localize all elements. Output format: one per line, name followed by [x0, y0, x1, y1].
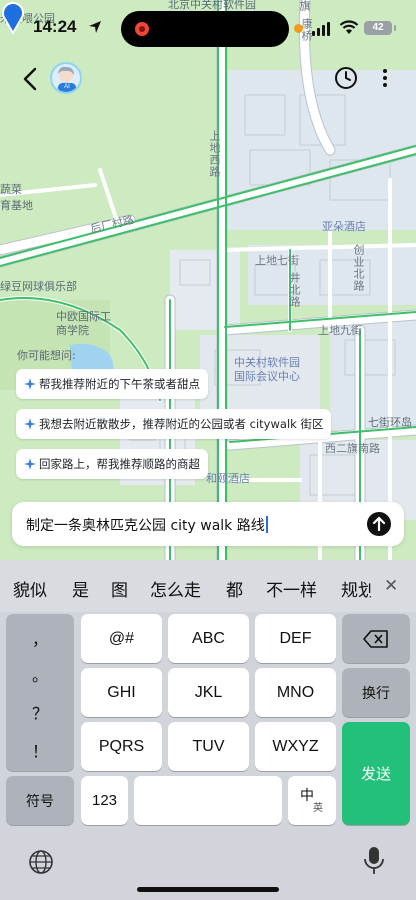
- map-label-xierqi: 西二旗南路: [325, 442, 380, 455]
- space-bar[interactable]: [134, 776, 282, 825]
- punct-exclaim[interactable]: ！: [6, 738, 74, 762]
- text-caret: [265, 516, 268, 533]
- home-indicator: [137, 887, 279, 892]
- key-pqrs[interactable]: PQRS: [81, 722, 162, 771]
- map-label-shucai: 蔬菜: [0, 183, 22, 196]
- suggestion-chip-3[interactable]: 回家路上，帮我推荐顺路的商超: [16, 449, 208, 479]
- wifi-icon: [339, 20, 359, 34]
- status-time: 14:24: [33, 17, 77, 36]
- map-label-tennis: 绿豆网球俱乐部: [0, 280, 77, 293]
- history-clock-icon[interactable]: [334, 66, 358, 90]
- avatar-ai-badge: AI: [58, 83, 76, 92]
- map-label-yaduo: 亚朵酒店: [322, 220, 366, 233]
- send-arrow-button[interactable]: [367, 512, 391, 536]
- backspace-button[interactable]: [342, 614, 410, 663]
- message-input[interactable]: 制定一条奥林匹克公园 city walk 路线: [26, 515, 268, 535]
- punct-comma[interactable]: ，: [6, 626, 74, 650]
- candidate-1[interactable]: 貌似: [13, 576, 47, 601]
- suggestion-text: 回家路上，帮我推荐顺路的商超: [39, 457, 200, 471]
- candidate-bar: 貌似 是 图 怎么走 都 不一样 规划 ✕: [0, 560, 416, 612]
- punctuation-column[interactable]: ， 。 ？ ！: [6, 614, 74, 771]
- battery-indicator: 42: [364, 21, 396, 35]
- suggestion-chip-2[interactable]: 我想去附近散散步，推荐附近的公园或者 citywalk 街区: [16, 409, 332, 439]
- map-label-shangdijiujie: 上地九街: [318, 324, 362, 337]
- microphone-icon[interactable]: [363, 846, 385, 876]
- map-label-ceibs: 中欧国际工商学院: [56, 310, 111, 337]
- key-abc[interactable]: ABC: [168, 614, 249, 663]
- candidate-4[interactable]: 怎么走: [150, 576, 201, 601]
- symbol-button[interactable]: 符号: [6, 776, 74, 825]
- backspace-icon: [363, 629, 388, 648]
- ai-avatar[interactable]: AI: [50, 62, 82, 94]
- map-label-zgc-park: 中关村软件园国际会议中心: [234, 356, 300, 383]
- key-ghi[interactable]: GHI: [81, 668, 162, 717]
- suggestion-text: 帮我推荐附近的下午茶或者甜点: [39, 377, 200, 391]
- privacy-indicator-icon: [294, 24, 303, 33]
- key-jkl[interactable]: JKL: [168, 668, 249, 717]
- key-wxyz[interactable]: WXYZ: [255, 722, 336, 771]
- globe-icon[interactable]: [27, 848, 55, 876]
- arrow-up-icon: [372, 516, 386, 532]
- lang-sub-label: 英: [313, 803, 323, 814]
- message-input-bar[interactable]: 制定一条奥林匹克公园 city walk 路线: [12, 502, 404, 546]
- map-label-jidi: 育基地: [0, 199, 33, 212]
- key-def[interactable]: DEF: [255, 614, 336, 663]
- suggestion-text: 我想去附近散散步，推荐附近的公园或者 citywalk 街区: [39, 417, 324, 431]
- key-tuv[interactable]: TUV: [168, 722, 249, 771]
- recording-icon: [135, 22, 149, 36]
- key-at-hash[interactable]: @#: [81, 614, 162, 663]
- numbers-button[interactable]: 123: [81, 776, 128, 825]
- map-label-jingbei: 井北路: [288, 272, 301, 308]
- candidate-6[interactable]: 不一样: [266, 576, 317, 601]
- newline-button[interactable]: 换行: [342, 668, 410, 717]
- map-label-yihe: 和颐酒店: [206, 472, 250, 485]
- map-label-qijie: 七街环岛: [368, 416, 412, 429]
- map-label-shangdixilu: 上地西路: [208, 130, 221, 178]
- candidate-3[interactable]: 图: [111, 576, 128, 601]
- suggestions-title: 你可能想问:: [17, 349, 76, 362]
- message-input-value: 制定一条奥林匹克公园 city walk 路线: [26, 518, 265, 534]
- more-options-icon[interactable]: [378, 66, 392, 90]
- map-label-shangdiqijie: 上地七街: [255, 254, 299, 267]
- sparkle-icon: [24, 458, 36, 470]
- candidate-2[interactable]: 是: [72, 576, 89, 601]
- map-label-chuangye: 创业北路: [352, 244, 365, 292]
- status-bar: 14:24 42: [0, 0, 416, 54]
- key-mno[interactable]: MNO: [255, 668, 336, 717]
- dynamic-island[interactable]: [121, 11, 289, 47]
- send-button[interactable]: 发送: [342, 722, 410, 825]
- keyboard: 貌似 是 图 怎么走 都 不一样 规划 ✕ ， 。 ？ ！ @# ABC DEF…: [0, 560, 416, 900]
- suggestion-chip-1[interactable]: 帮我推荐附近的下午茶或者甜点: [16, 369, 208, 399]
- lang-main-label: 中: [300, 788, 314, 804]
- location-arrow-icon: [89, 21, 101, 33]
- candidate-5[interactable]: 都: [226, 576, 243, 601]
- punct-question[interactable]: ？: [6, 700, 74, 724]
- sparkle-icon: [24, 378, 36, 390]
- cellular-signal-icon: [312, 22, 330, 36]
- close-candidates-icon[interactable]: ✕: [384, 576, 398, 596]
- language-switch-button[interactable]: 中 英: [288, 776, 336, 825]
- sparkle-icon: [24, 418, 36, 430]
- back-chevron-icon[interactable]: [16, 64, 46, 94]
- candidate-7[interactable]: 规划: [341, 576, 371, 601]
- punct-period[interactable]: 。: [6, 662, 74, 686]
